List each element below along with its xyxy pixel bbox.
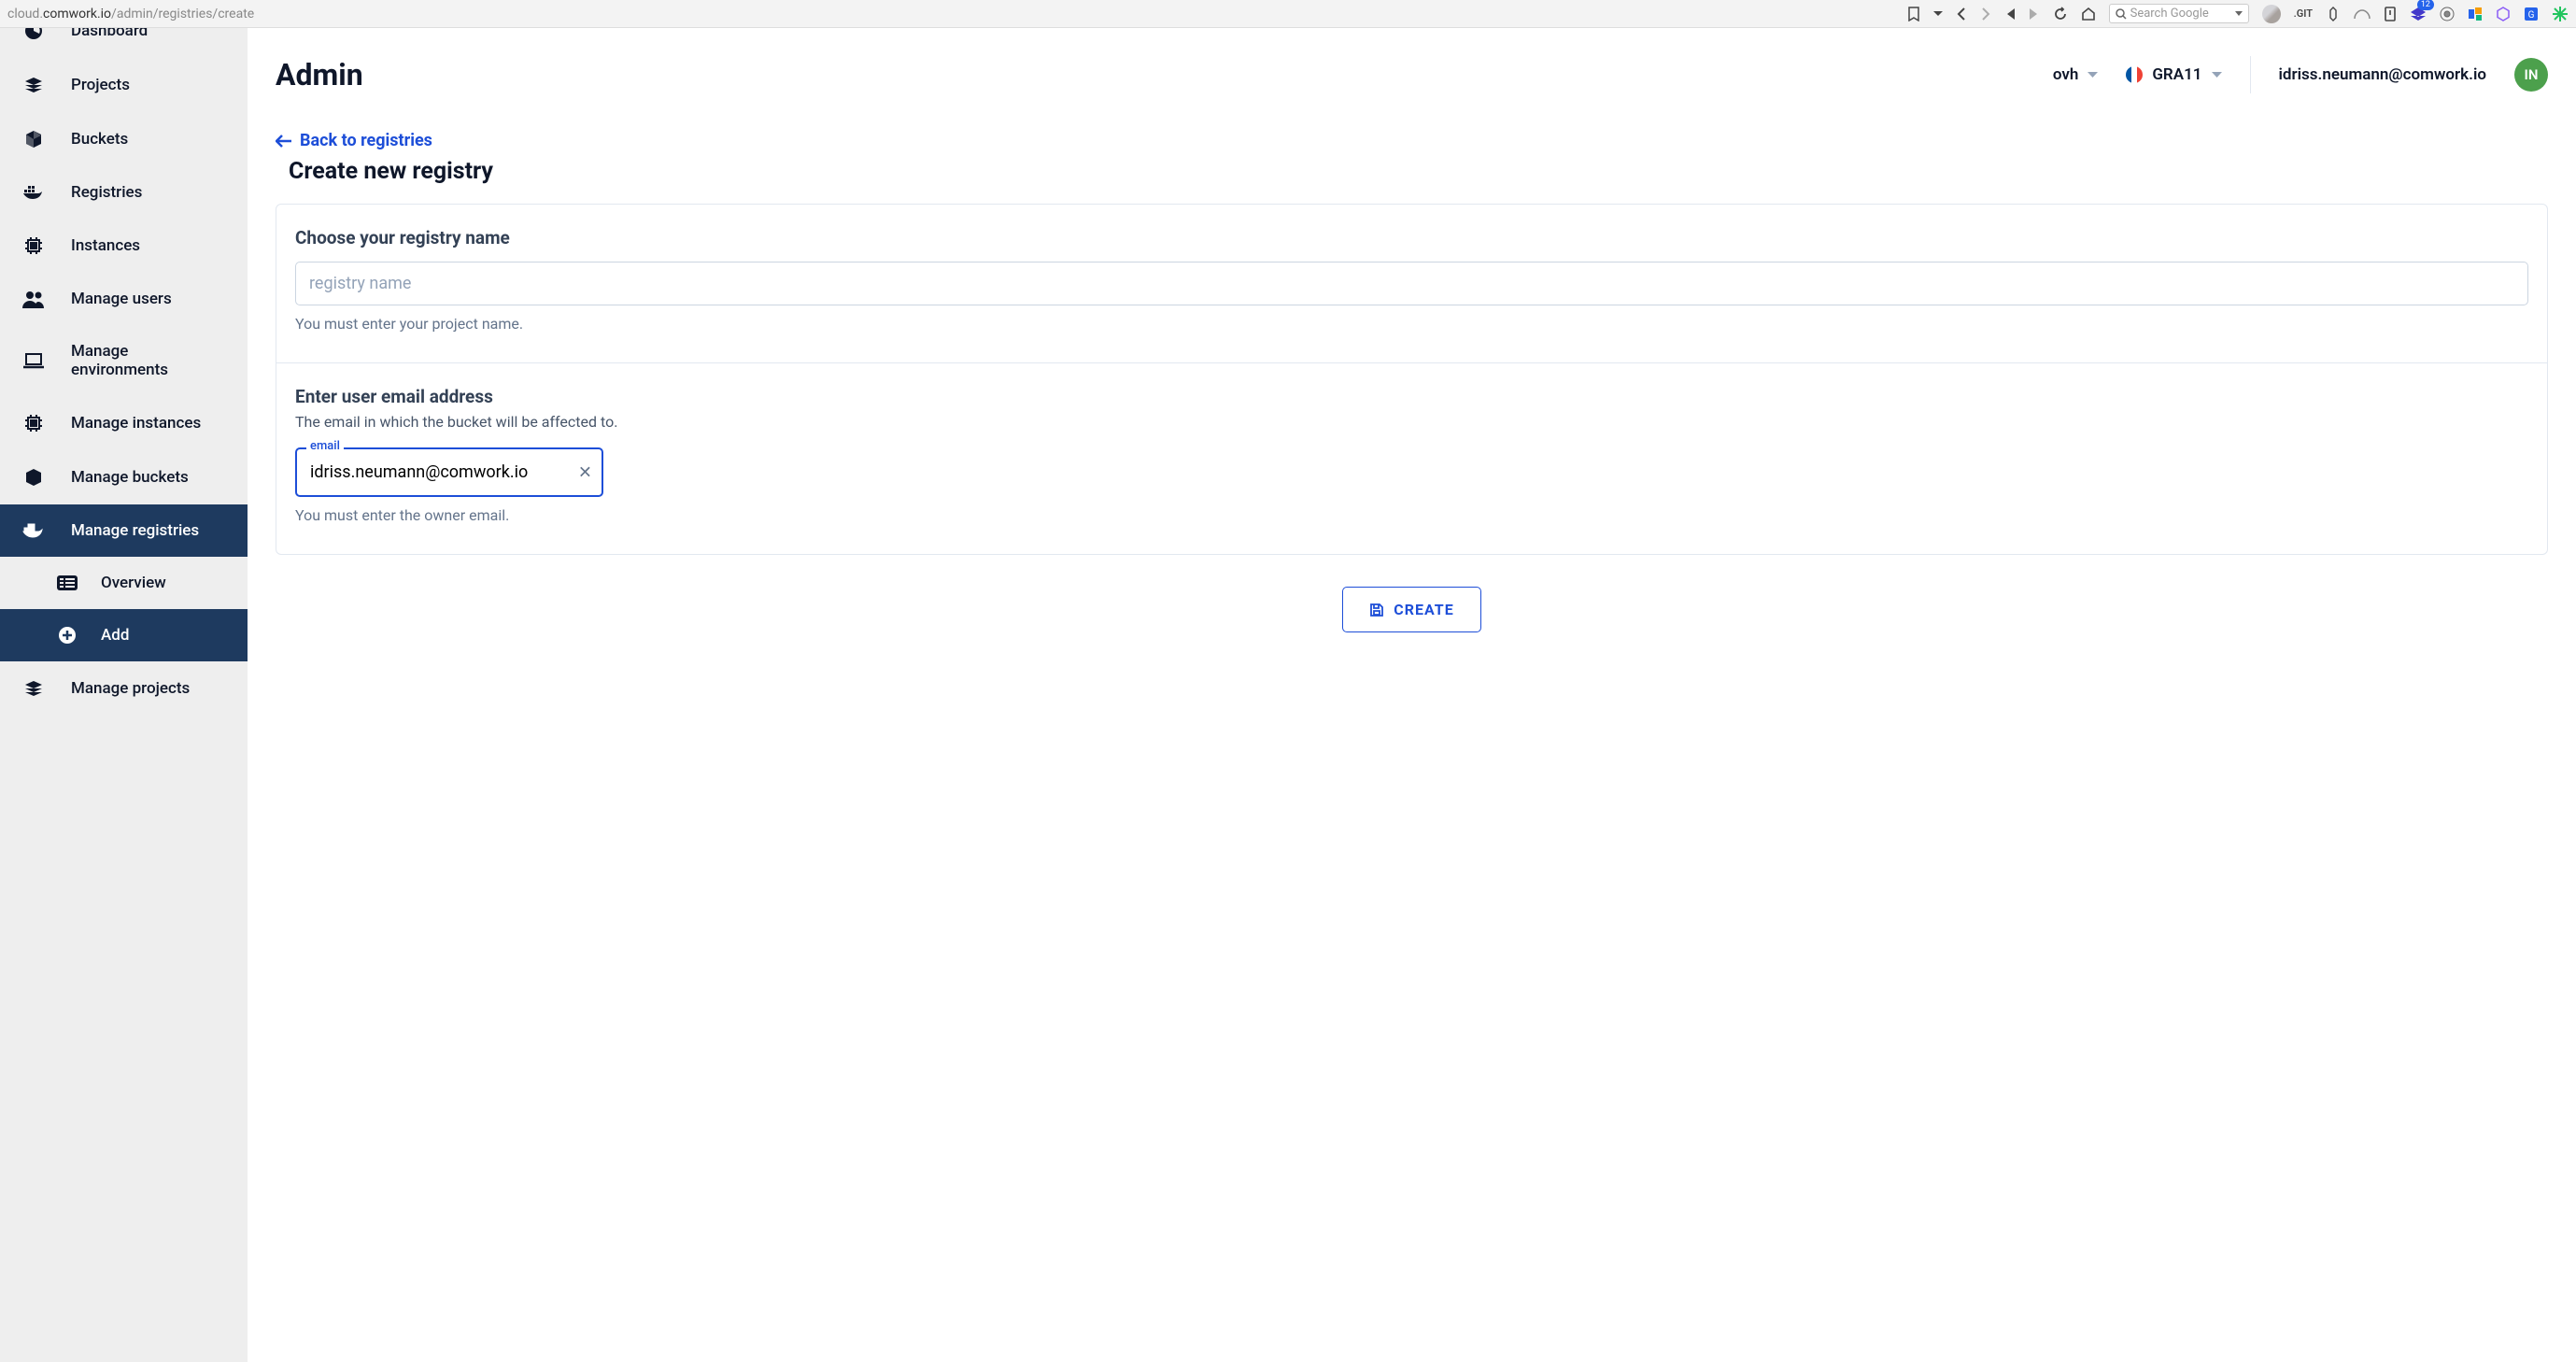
- cube-icon: [22, 129, 45, 149]
- sidebar-item-manage-buckets[interactable]: Manage buckets: [0, 450, 248, 504]
- layers-icon: [22, 75, 45, 95]
- nav-forward-icon[interactable]: [1980, 7, 1991, 21]
- sidebar-item-label: Manage users: [71, 290, 172, 308]
- nav-back-icon[interactable]: [1956, 7, 1967, 21]
- divider: [2250, 56, 2251, 93]
- arrow-left-icon: [276, 135, 292, 148]
- sidebar-item-instances[interactable]: Instances: [0, 219, 248, 273]
- layers-icon: [22, 678, 45, 699]
- reload-icon[interactable]: [2053, 7, 2068, 21]
- svg-text:G: G: [2528, 10, 2535, 21]
- chevron-down-icon[interactable]: [1933, 10, 1943, 18]
- email-field-label: email: [306, 439, 344, 453]
- bookmark-icon[interactable]: [1907, 7, 1920, 21]
- chevron-down-icon: [2212, 72, 2222, 78]
- sidebar: Dashboard Projects Buckets Registries In…: [0, 28, 248, 1362]
- back-to-registries-link[interactable]: Back to registries: [276, 131, 2548, 150]
- extension-icon-5[interactable]: [2468, 7, 2483, 21]
- dashboard-icon: [22, 28, 45, 41]
- sidebar-item-manage-instances[interactable]: Manage instances: [0, 396, 248, 450]
- page-title: Admin: [276, 57, 363, 92]
- docker-icon: [22, 184, 45, 201]
- provider-select[interactable]: ovh: [2053, 65, 2099, 84]
- create-button[interactable]: CREATE: [1342, 587, 1480, 632]
- sidebar-item-label: Buckets: [71, 130, 128, 149]
- extension-icon-1[interactable]: [2326, 7, 2341, 21]
- list-icon: [56, 575, 78, 590]
- page-subtitle: Create new registry: [289, 158, 2548, 185]
- extension-icon-7[interactable]: G: [2524, 7, 2539, 21]
- cpu-icon: [22, 235, 45, 256]
- cube-icon: [22, 467, 45, 488]
- sidebar-item-label: Manage projects: [71, 679, 190, 698]
- extension-icon-badge[interactable]: [2410, 7, 2427, 21]
- email-input[interactable]: [295, 447, 603, 497]
- browser-search-box[interactable]: Search Google: [2109, 4, 2249, 23]
- user-avatar[interactable]: IN: [2514, 58, 2548, 92]
- skip-back-icon[interactable]: [2004, 7, 2016, 21]
- sidebar-item-label: Manage instances: [71, 414, 201, 433]
- sidebar-item-label: Projects: [71, 76, 130, 94]
- sidebar-item-manage-environments[interactable]: Manage environments: [0, 325, 248, 396]
- extension-icon-8[interactable]: [2552, 6, 2569, 22]
- sidebar-item-label: Manage buckets: [71, 468, 189, 487]
- skip-forward-icon[interactable]: [2029, 7, 2040, 21]
- sidebar-item-dashboard[interactable]: Dashboard: [0, 28, 248, 58]
- extension-icon-4[interactable]: [2440, 7, 2455, 21]
- laptop-icon: [22, 352, 45, 369]
- git-extension-icon[interactable]: .GIT: [2294, 7, 2313, 20]
- email-section-title: Enter user email address: [295, 386, 2528, 407]
- save-icon: [1369, 603, 1384, 617]
- sidebar-item-buckets[interactable]: Buckets: [0, 112, 248, 166]
- form-card: Choose your registry name You must enter…: [276, 204, 2548, 555]
- extension-icon-6[interactable]: [2496, 7, 2511, 21]
- france-flag-icon: [2126, 66, 2143, 83]
- sidebar-subitem-overview[interactable]: Overview: [0, 557, 248, 609]
- sidebar-item-label: Manage registries: [71, 521, 199, 540]
- sidebar-subitem-add[interactable]: Add: [0, 609, 248, 661]
- users-icon: [22, 290, 45, 308]
- sidebar-subitem-label: Add: [101, 626, 129, 645]
- plus-circle-icon: [56, 626, 78, 645]
- sidebar-item-label: Dashboard: [71, 28, 148, 40]
- sidebar-subitem-label: Overview: [101, 574, 166, 592]
- registry-name-helper: You must enter your project name.: [295, 315, 2528, 333]
- user-email: idriss.neumann@comwork.io: [2279, 65, 2486, 84]
- email-helper: You must enter the owner email.: [295, 506, 2528, 524]
- sidebar-item-registries[interactable]: Registries: [0, 166, 248, 219]
- clear-icon[interactable]: ✕: [578, 462, 592, 482]
- home-icon[interactable]: [2081, 7, 2096, 21]
- sidebar-item-label: Manage environments: [71, 342, 225, 379]
- extension-icon-3[interactable]: [2384, 7, 2397, 21]
- sidebar-item-manage-registries[interactable]: Manage registries: [0, 504, 248, 557]
- sidebar-item-manage-users[interactable]: Manage users: [0, 273, 248, 325]
- profile-avatar-icon[interactable]: [2262, 5, 2281, 23]
- region-select[interactable]: GRA11: [2126, 65, 2221, 84]
- registry-name-title: Choose your registry name: [295, 227, 2528, 248]
- sidebar-item-projects[interactable]: Projects: [0, 58, 248, 112]
- cpu-icon: [22, 413, 45, 433]
- sidebar-item-label: Instances: [71, 236, 140, 255]
- extension-icon-2[interactable]: [2354, 8, 2371, 20]
- sidebar-item-label: Registries: [71, 183, 142, 202]
- docker-icon: [22, 522, 45, 539]
- browser-url: cloud.comwork.io/admin/registries/create: [7, 7, 254, 21]
- registry-name-input[interactable]: [295, 262, 2528, 305]
- sidebar-item-manage-projects[interactable]: Manage projects: [0, 661, 248, 716]
- chevron-down-icon: [2088, 72, 2098, 78]
- main-content: Admin ovh GRA11 idriss.neumann: [248, 28, 2576, 1362]
- email-section-sub: The email in which the bucket will be af…: [295, 413, 2528, 431]
